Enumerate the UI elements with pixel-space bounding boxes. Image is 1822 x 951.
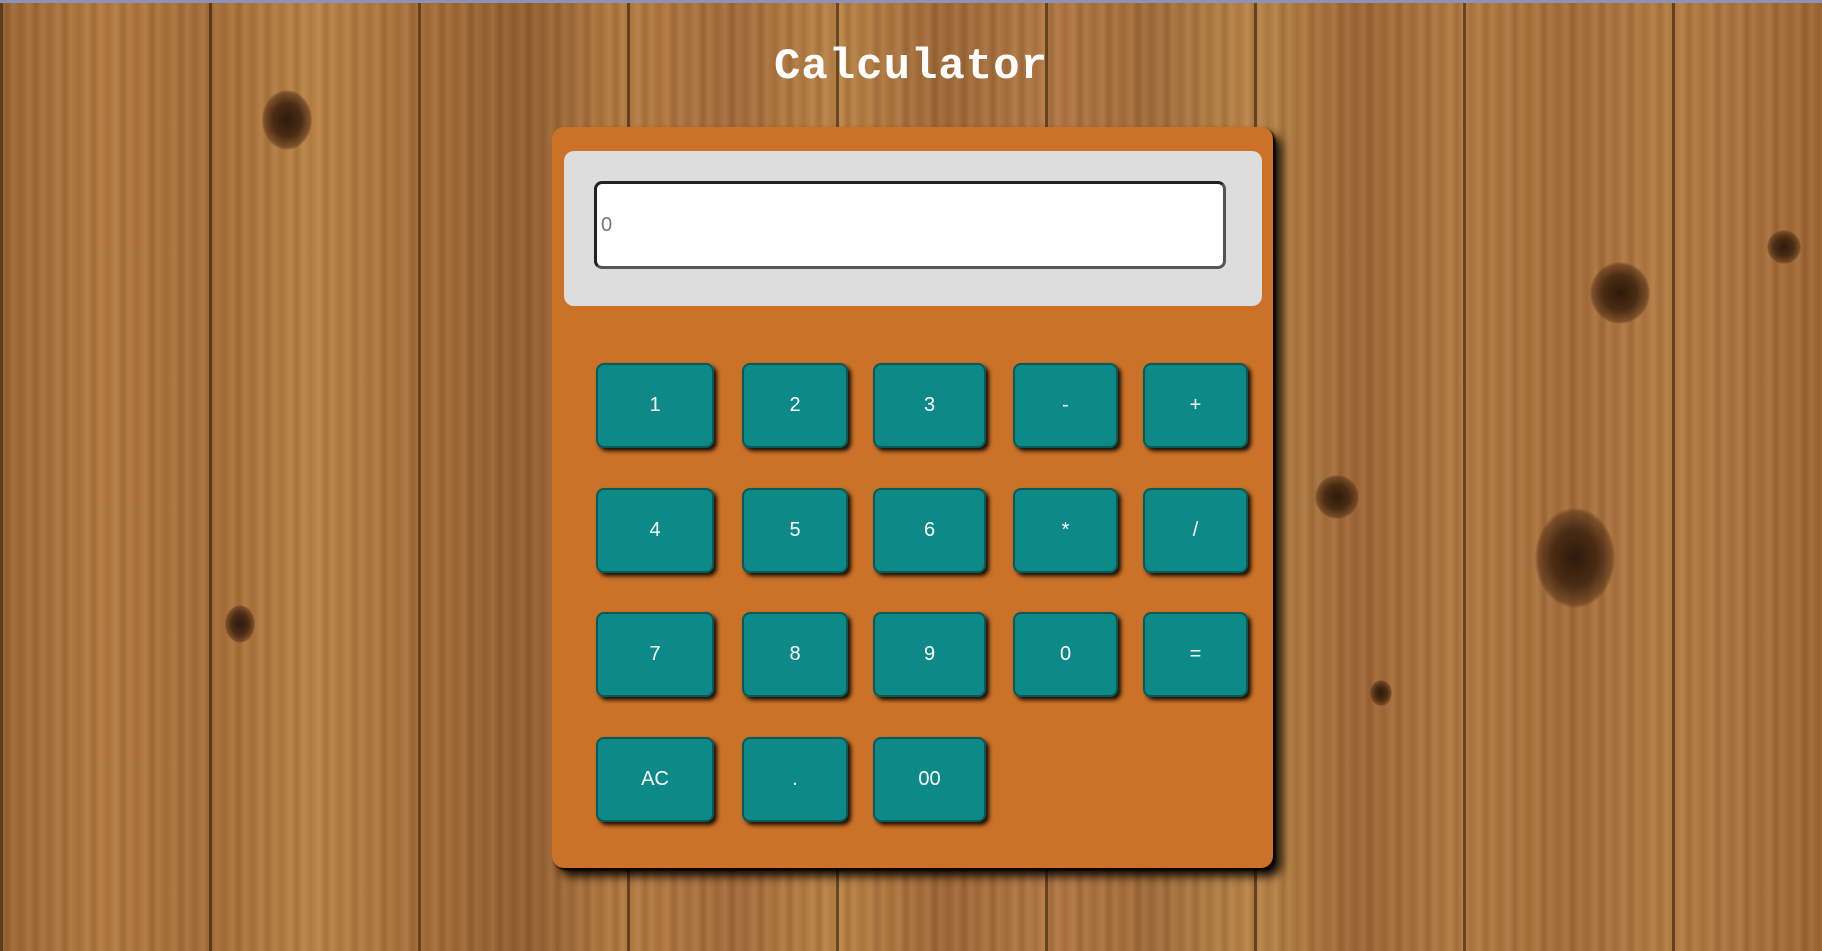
key-3[interactable]: 3 [873,363,986,448]
wood-knot-decoration [262,90,312,150]
key-1[interactable]: 1 [596,363,714,448]
wood-knot-decoration [1767,230,1801,264]
key-all-clear[interactable]: AC [596,737,714,822]
calculator: 1 2 3 - + 4 5 6 * / 7 8 9 0 = AC . 00 [552,127,1273,868]
page-title: Calculator [773,42,1049,92]
key-0[interactable]: 0 [1013,612,1118,697]
wood-knot-decoration [1315,475,1359,519]
key-2[interactable]: 2 [742,363,848,448]
key-5[interactable]: 5 [742,488,848,573]
wood-knot-decoration [1535,508,1615,608]
key-double-zero[interactable]: 00 [873,737,986,822]
key-plus[interactable]: + [1143,363,1248,448]
calculator-display[interactable] [594,181,1226,269]
key-6[interactable]: 6 [873,488,986,573]
key-7[interactable]: 7 [596,612,714,697]
key-8[interactable]: 8 [742,612,848,697]
key-multiply[interactable]: * [1013,488,1118,573]
key-divide[interactable]: / [1143,488,1248,573]
wood-knot-decoration [1370,680,1392,706]
window-top-edge [0,0,1822,3]
key-9[interactable]: 9 [873,612,986,697]
wood-knot-decoration [225,605,255,643]
key-equals[interactable]: = [1143,612,1248,697]
key-decimal-point[interactable]: . [742,737,848,822]
key-4[interactable]: 4 [596,488,714,573]
display-panel [564,151,1262,306]
wood-knot-decoration [1590,262,1650,324]
key-minus[interactable]: - [1013,363,1118,448]
